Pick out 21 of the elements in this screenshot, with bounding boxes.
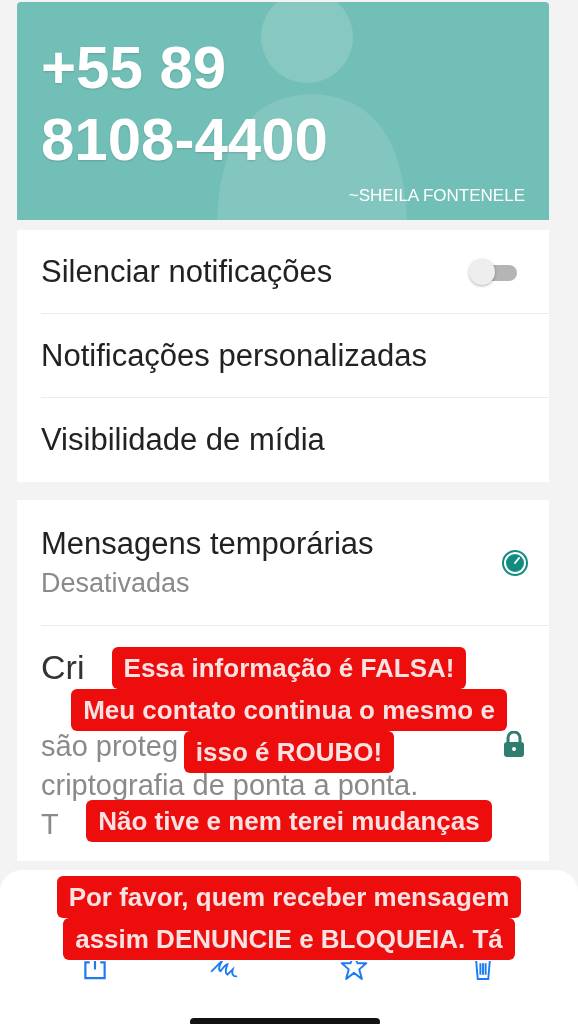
setting-label[interactable]: Notificações personalizadas [41, 337, 427, 374]
description-text: T [41, 807, 59, 842]
caption-text: isso é ROUBO! [183, 731, 395, 773]
setting-label[interactable]: Cri [41, 648, 85, 687]
caption-text: Essa informação é FALSA! [111, 647, 467, 689]
star-icon[interactable] [339, 961, 368, 983]
caption-text: Não tive e nem terei mudanças [86, 800, 492, 842]
toggle-switch[interactable] [469, 258, 517, 285]
description-text: são proteg [41, 729, 179, 764]
setting-label[interactable]: Visibilidade de mídia [41, 422, 325, 458]
setting-label[interactable]: Mensagens temporárias [41, 526, 374, 562]
caption-text: assim DENUNCIE e BLOQUEIA. Tá [63, 918, 515, 960]
phone-number: +55 89 [41, 33, 227, 103]
caption-text: Por favor, quem receber mensagem [56, 876, 522, 918]
setting-label[interactable]: Silenciar notificações [41, 253, 333, 290]
phone-number: 8108-4400 [41, 105, 328, 175]
caption-text: Meu contato continua o mesmo e [71, 689, 507, 731]
timer-icon [501, 548, 529, 577]
contact-name: ~SHEILA FONTENELE [348, 186, 525, 206]
lock-icon [503, 731, 525, 757]
setting-status: Desativadas [41, 568, 191, 599]
